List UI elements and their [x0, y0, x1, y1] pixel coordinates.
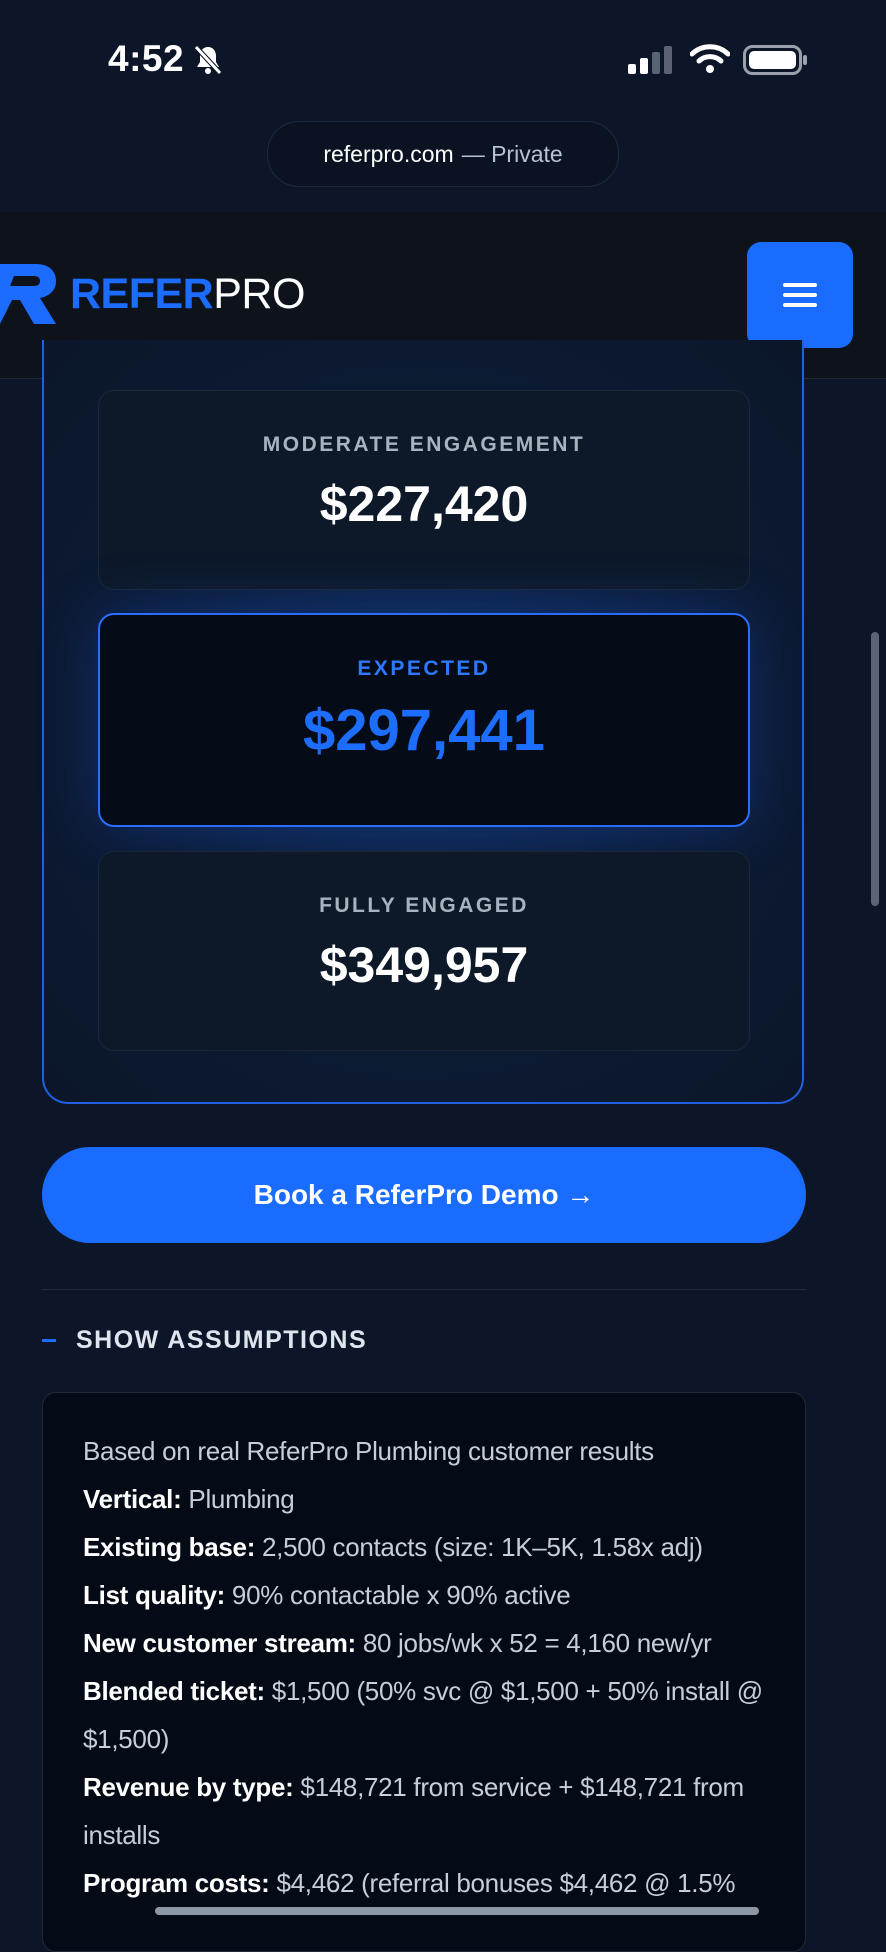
section-divider: [42, 1289, 806, 1290]
page-scrollbar[interactable]: [871, 632, 879, 906]
assumption-text: $4,462 (referral bonuses $4,462 @ 1.5%: [269, 1868, 736, 1898]
scenario-moderate-label: MODERATE ENGAGEMENT: [262, 433, 586, 456]
show-assumptions-label: SHOW ASSUMPTIONS: [76, 1326, 368, 1354]
assumption-key: List quality:: [83, 1580, 225, 1610]
logo-refer-text: REFER: [70, 269, 214, 318]
assumption-text: Plumbing: [181, 1484, 295, 1514]
assumptions-box: Based on real ReferPro Plumbing customer…: [42, 1392, 806, 1952]
assumptions-intro: Based on real ReferPro Plumbing customer…: [83, 1436, 654, 1466]
url-domain: referpro.com: [323, 140, 454, 167]
assumption-line: Vertical: Plumbing: [83, 1475, 765, 1523]
assumption-line: Revenue by type: $148,721 from service +…: [83, 1763, 765, 1859]
status-time: 4:52: [108, 38, 185, 79]
private-label: — Private: [461, 140, 563, 167]
assumption-key: New customer stream:: [83, 1628, 356, 1658]
silent-bell-icon: [193, 44, 223, 81]
assumption-line: Program costs: $4,462 (referral bonuses …: [83, 1859, 765, 1907]
assumption-key: Blended ticket:: [83, 1676, 265, 1706]
assumption-line: List quality: 90% contactable x 90% acti…: [83, 1571, 765, 1619]
cellular-signal-icon: [627, 46, 675, 79]
wifi-icon: [689, 44, 731, 79]
assumption-text: 80 jobs/wk x 52 = 4,160 new/yr: [355, 1628, 712, 1658]
assumption-key: Vertical:: [83, 1484, 182, 1514]
assumption-line: Existing base: 2,500 contacts (size: 1K–…: [83, 1523, 765, 1571]
scenario-full-label: FULLY ENGAGED: [319, 894, 529, 917]
assumption-key: Revenue by type:: [83, 1772, 294, 1802]
scenario-full-value: $349,957: [319, 937, 529, 993]
assumption-text: 2,500 contacts (size: 1K–5K, 1.58x adj): [255, 1532, 703, 1562]
home-indicator[interactable]: [155, 1907, 759, 1915]
scenario-moderate-card: MODERATE ENGAGEMENT $227,420: [98, 390, 750, 590]
assumption-line: Blended ticket: $1,500 (50% svc @ $1,500…: [83, 1667, 765, 1763]
book-demo-button[interactable]: Book a ReferPro Demo →: [42, 1147, 806, 1243]
show-assumptions-toggle[interactable]: SHOW ASSUMPTIONS: [42, 1326, 367, 1355]
scenario-expected-card: EXPECTED $297,441: [98, 613, 750, 827]
scenario-moderate-value: $227,420: [319, 476, 529, 532]
referpro-logo[interactable]: REFERPRO: [0, 264, 305, 324]
hamburger-menu-icon: [783, 283, 817, 307]
browser-address-bar[interactable]: referpro.com — Private: [267, 121, 619, 187]
assumption-key: Program costs:: [83, 1868, 270, 1898]
menu-button[interactable]: [747, 242, 853, 348]
assumption-text: 90% contactable x 90% active: [225, 1580, 571, 1610]
battery-icon: [743, 45, 809, 80]
scenario-full-card: FULLY ENGAGED $349,957: [98, 851, 750, 1051]
status-bar: 4:52: [0, 0, 886, 120]
collapse-minus-icon: [42, 1339, 56, 1342]
scenario-expected-value: $297,441: [303, 698, 545, 763]
referpro-logo-mark-icon: [0, 264, 56, 324]
assumption-line: New customer stream: 80 jobs/wk x 52 = 4…: [83, 1619, 765, 1667]
logo-pro-text: PRO: [213, 269, 305, 318]
assumption-key: Existing base:: [83, 1532, 256, 1562]
scenario-expected-label: EXPECTED: [357, 657, 491, 680]
